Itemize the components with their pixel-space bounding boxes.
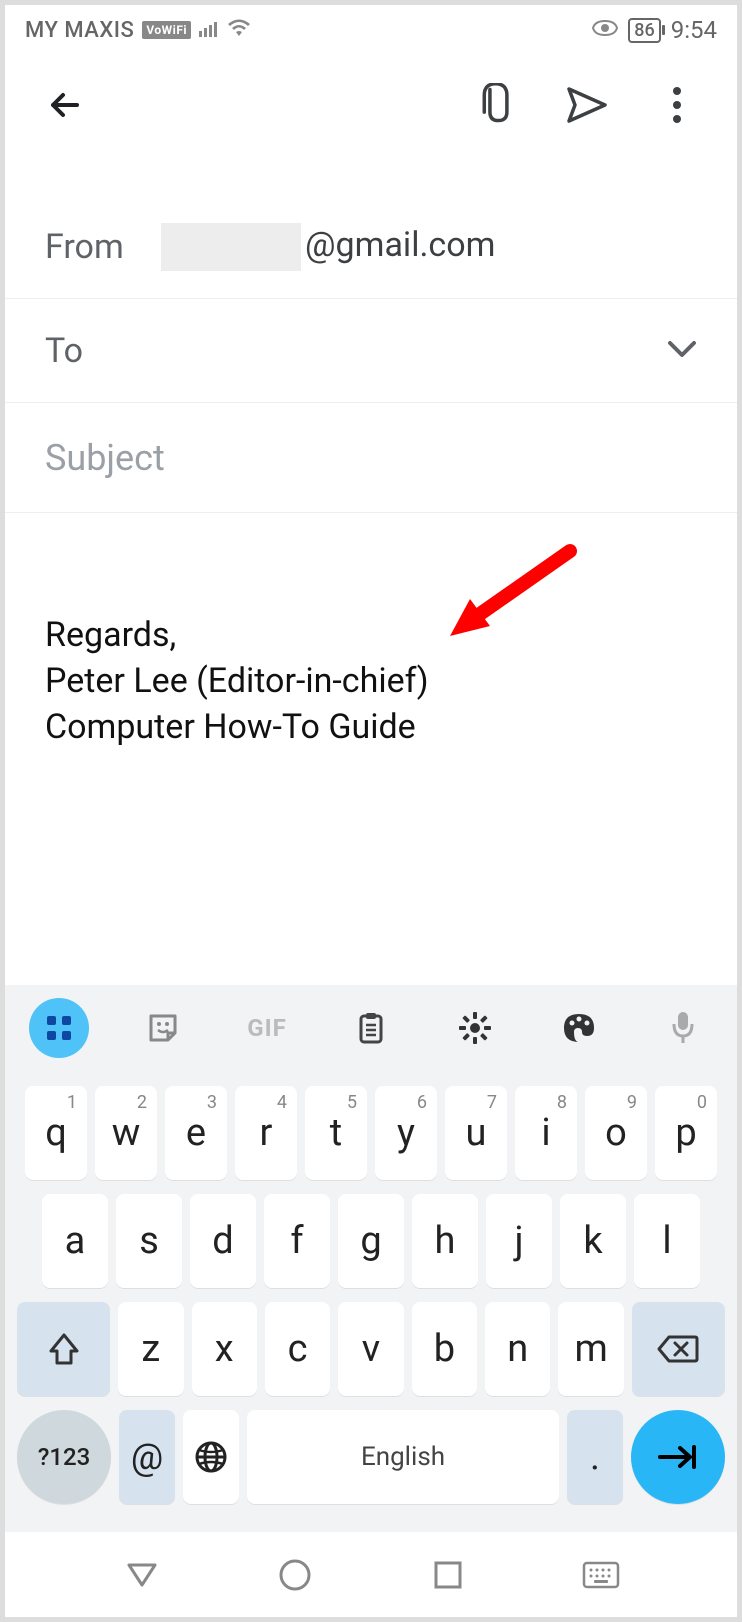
chevron-down-icon[interactable]	[667, 340, 697, 362]
clipboard-icon[interactable]	[341, 998, 401, 1058]
more-button[interactable]	[647, 75, 707, 135]
status-bar: MY MAXIS VoWiFi 86 9:54	[5, 5, 737, 55]
key-u[interactable]: u7	[445, 1086, 507, 1180]
subject-input[interactable]: Subject	[45, 437, 165, 479]
key-f[interactable]: f	[264, 1194, 330, 1288]
key-d[interactable]: d	[190, 1194, 256, 1288]
from-field-row[interactable]: From @gmail.com	[5, 195, 737, 299]
red-arrow-annotation	[435, 541, 585, 664]
key-w[interactable]: w2	[95, 1086, 157, 1180]
subject-field-row[interactable]: Subject	[5, 403, 737, 513]
key-t[interactable]: t5	[305, 1086, 367, 1180]
key-p[interactable]: p0	[655, 1086, 717, 1180]
eye-icon	[592, 18, 618, 43]
key-k[interactable]: k	[560, 1194, 626, 1288]
key-y[interactable]: y6	[375, 1086, 437, 1180]
signature-line-1: Regards,	[45, 613, 697, 659]
mic-icon[interactable]	[653, 998, 713, 1058]
to-label: To	[45, 331, 137, 371]
carrier-label: MY MAXIS	[25, 18, 134, 43]
redacted-name	[161, 223, 301, 271]
key-i[interactable]: i8	[515, 1086, 577, 1180]
key-e[interactable]: e3	[165, 1086, 227, 1180]
key-z[interactable]: z	[118, 1302, 183, 1396]
palette-icon[interactable]	[549, 998, 609, 1058]
key-h[interactable]: h	[412, 1194, 478, 1288]
nav-keyboard-button[interactable]	[576, 1550, 626, 1600]
attach-button[interactable]	[467, 75, 527, 135]
key-m[interactable]: m	[558, 1302, 623, 1396]
sticker-icon[interactable]	[133, 998, 193, 1058]
nav-back-button[interactable]	[117, 1550, 167, 1600]
key-j[interactable]: j	[486, 1194, 552, 1288]
apps-icon[interactable]	[29, 998, 89, 1058]
gif-button[interactable]: GIF	[237, 998, 297, 1058]
at-key[interactable]: @	[119, 1410, 175, 1504]
keyboard-toolbar: GIF	[5, 985, 737, 1070]
language-key[interactable]	[183, 1410, 239, 1504]
key-s[interactable]: s	[116, 1194, 182, 1288]
key-x[interactable]: x	[192, 1302, 257, 1396]
backspace-key[interactable]	[632, 1302, 725, 1396]
send-button[interactable]	[557, 75, 617, 135]
vowifi-badge: VoWiFi	[142, 21, 191, 39]
signature-line-3: Computer How-To Guide	[45, 705, 697, 751]
key-v[interactable]: v	[338, 1302, 403, 1396]
tab-next-key[interactable]	[631, 1410, 725, 1504]
key-q[interactable]: q1	[25, 1086, 87, 1180]
key-g[interactable]: g	[338, 1194, 404, 1288]
key-b[interactable]: b	[412, 1302, 477, 1396]
compose-body[interactable]: Regards, Peter Lee (Editor-in-chief) Com…	[5, 513, 737, 973]
battery-indicator: 86	[628, 18, 660, 43]
from-value: @gmail.com	[161, 223, 697, 271]
gear-icon[interactable]	[445, 998, 505, 1058]
compose-toolbar	[5, 55, 737, 155]
key-a[interactable]: a	[42, 1194, 108, 1288]
to-field-row[interactable]: To	[5, 299, 737, 403]
space-key[interactable]: English	[247, 1410, 559, 1504]
signal-icon	[199, 18, 219, 43]
nav-recent-button[interactable]	[423, 1550, 473, 1600]
keyboard: q1w2e3r4t5y6u7i8o9p0 asdfghjkl zxcvbnm ?…	[5, 1070, 737, 1532]
wifi-icon	[227, 18, 251, 43]
key-n[interactable]: n	[485, 1302, 550, 1396]
period-key[interactable]: .	[567, 1410, 623, 1504]
key-r[interactable]: r4	[235, 1086, 297, 1180]
key-l[interactable]: l	[634, 1194, 700, 1288]
key-c[interactable]: c	[265, 1302, 330, 1396]
key-o[interactable]: o9	[585, 1086, 647, 1180]
from-label: From	[45, 227, 137, 267]
shift-key[interactable]	[17, 1302, 110, 1396]
signature-line-2: Peter Lee (Editor-in-chief)	[45, 659, 697, 705]
navigation-bar	[5, 1532, 737, 1617]
symbols-key[interactable]: ?123	[17, 1410, 111, 1504]
from-domain: @gmail.com	[305, 225, 495, 265]
clock-label: 9:54	[671, 16, 717, 44]
back-button[interactable]	[35, 75, 95, 135]
nav-home-button[interactable]	[270, 1550, 320, 1600]
